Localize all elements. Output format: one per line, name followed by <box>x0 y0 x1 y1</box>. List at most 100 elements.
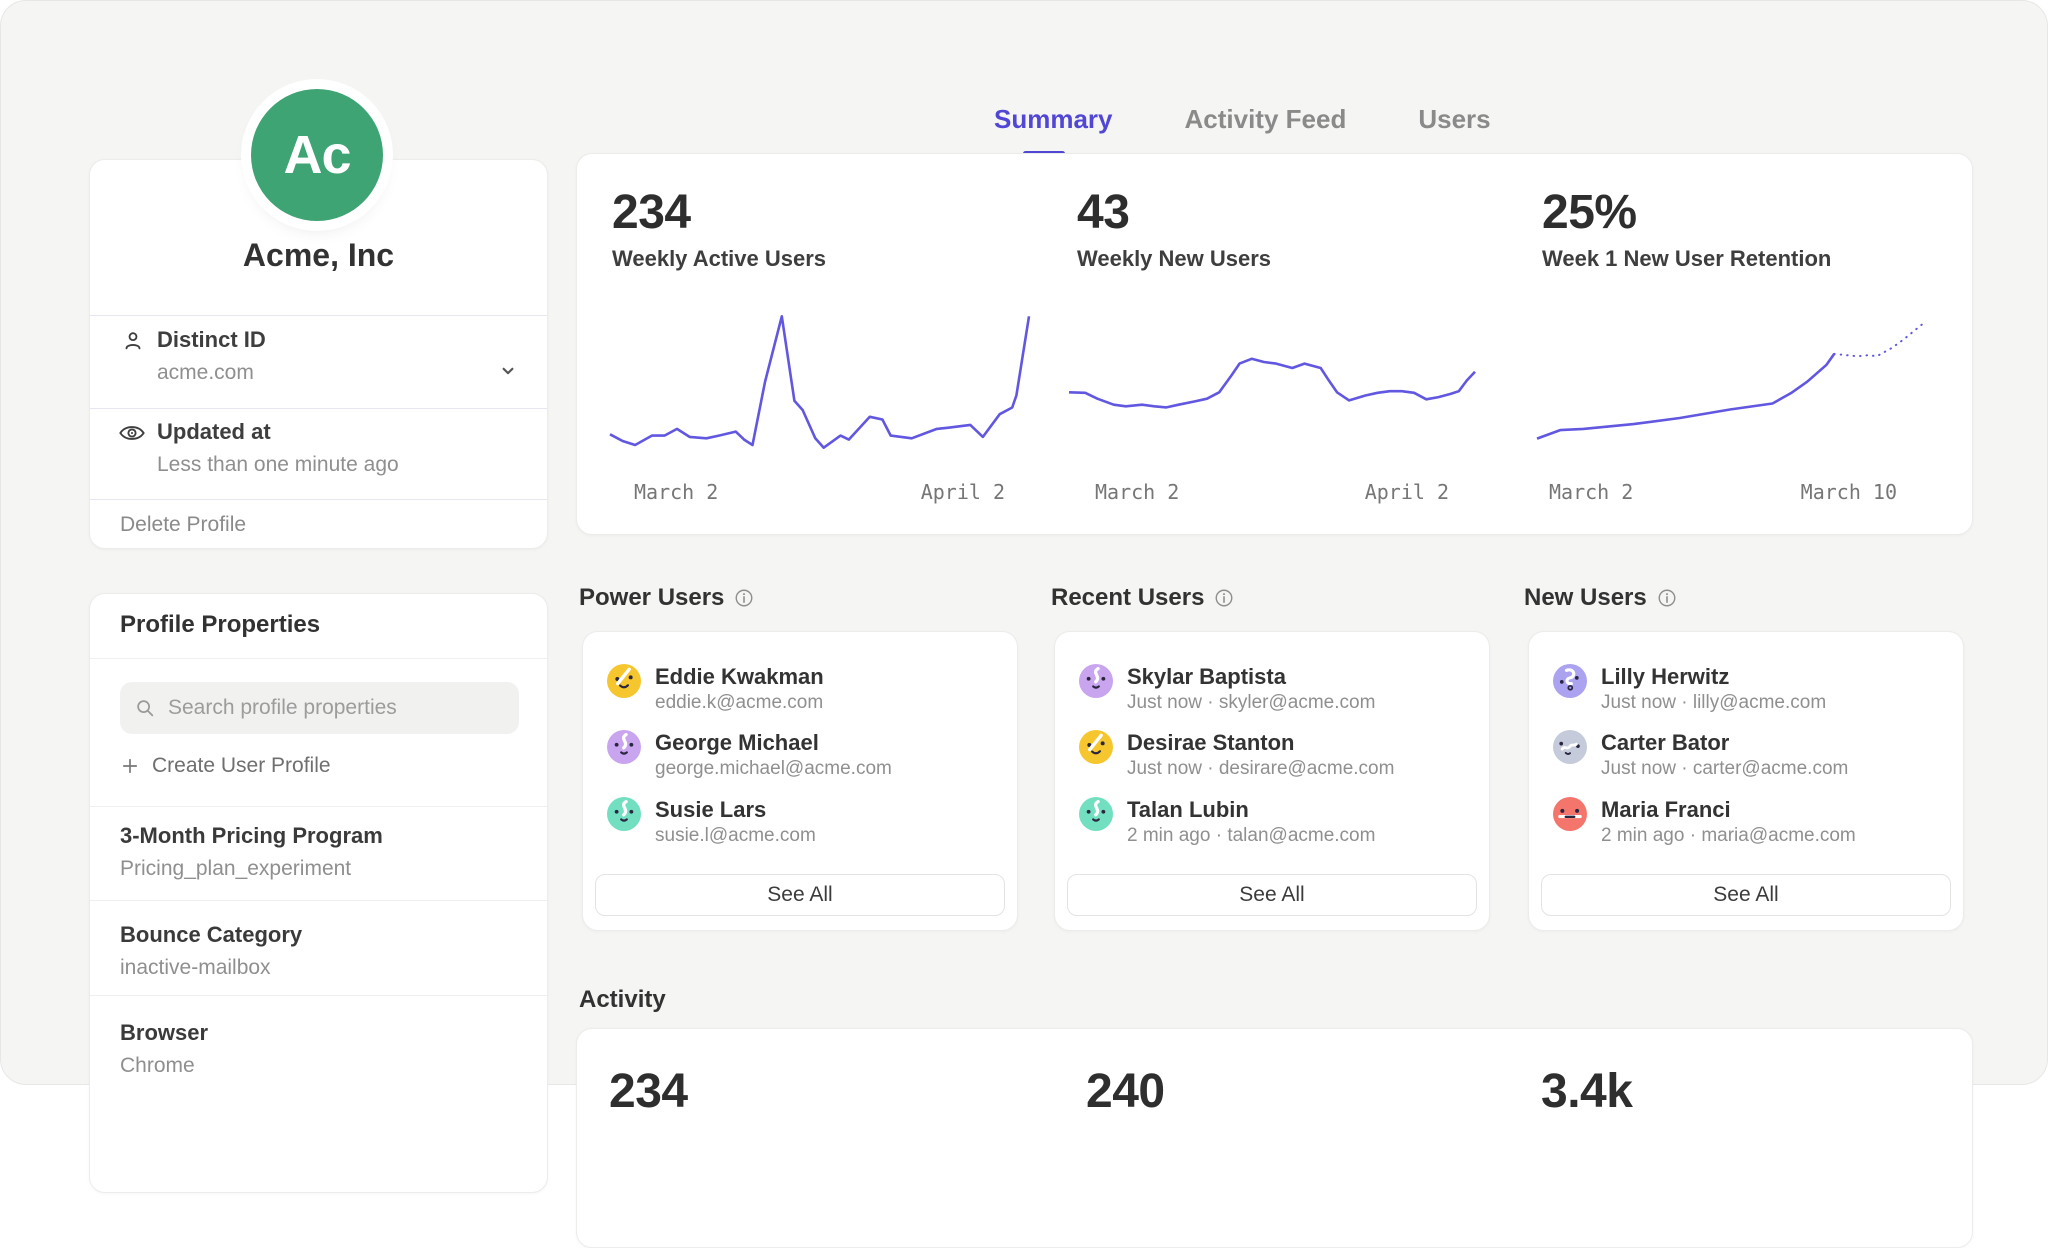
tab-summary[interactable]: Summary <box>994 104 1113 135</box>
create-user-profile-button[interactable]: Create User Profile <box>120 754 331 778</box>
x-tick: March 2 <box>1095 480 1179 504</box>
user-list-item[interactable]: Desirae Stanton Just now · desirare@acme… <box>1079 730 1465 781</box>
user-avatar <box>607 730 641 764</box>
user-name: Susie Lars <box>655 797 816 823</box>
profile-properties-card: Profile Properties Create User Profile 3… <box>89 593 548 1193</box>
chevron-down-icon[interactable] <box>495 358 521 384</box>
divider <box>90 315 547 316</box>
x-tick: April 2 <box>1365 480 1449 504</box>
company-profile-window: { "company": { "name": "Acme, Inc", "ava… <box>0 0 2048 1085</box>
property-name: Bounce Category <box>120 922 302 948</box>
section-title: Recent Users <box>1051 584 1204 612</box>
user-list-item[interactable]: Carter Bator Just now · carter@acme.com <box>1553 730 1939 781</box>
info-icon[interactable] <box>734 588 754 608</box>
user-detail: eddie.k@acme.com <box>655 690 824 715</box>
distinct-id-label: Distinct ID <box>157 327 266 353</box>
updated-at-value: Less than one minute ago <box>157 453 399 477</box>
stat-value: 234 <box>612 185 691 240</box>
property-value: inactive-mailbox <box>120 956 271 980</box>
user-list-item[interactable]: Lilly Herwitz Just now · lilly@acme.com <box>1553 664 1939 715</box>
info-icon[interactable] <box>1657 588 1677 608</box>
user-avatar <box>1079 797 1113 831</box>
user-detail: 2 min ago · maria@acme.com <box>1601 823 1856 848</box>
updated-at-label: Updated at <box>157 419 271 445</box>
stat-value: 43 <box>1077 185 1129 240</box>
property-value: Pricing_plan_experiment <box>120 857 351 881</box>
user-name: George Michael <box>655 730 892 756</box>
x-tick: March 2 <box>1549 480 1633 504</box>
see-all-button[interactable]: See All <box>1067 874 1477 916</box>
summary-stats-card: 234 Weekly Active Users 43 Weekly New Us… <box>576 153 1973 535</box>
user-detail: Just now · desirare@acme.com <box>1127 756 1394 781</box>
divider <box>90 499 547 500</box>
user-name: Talan Lubin <box>1127 797 1375 823</box>
user-detail: Just now · carter@acme.com <box>1601 756 1848 781</box>
x-tick: March 10 <box>1801 480 1897 504</box>
user-list-item[interactable]: Susie Lars susie.l@acme.com <box>607 797 993 848</box>
power-users-card: Eddie Kwakman eddie.k@acme.com George Mi… <box>582 631 1018 931</box>
company-avatar: Ac <box>251 89 383 221</box>
user-name: Maria Franci <box>1601 797 1856 823</box>
user-list-item[interactable]: Skylar Baptista Just now · skyler@acme.c… <box>1079 664 1465 715</box>
recent-users-header: Recent Users <box>1051 584 1234 612</box>
search-input[interactable] <box>168 696 505 720</box>
x-axis-labels: March 2 April 2 <box>610 480 1029 504</box>
company-name: Acme, Inc <box>90 237 547 274</box>
tab-activity-feed[interactable]: Activity Feed <box>1185 104 1347 135</box>
activity-stat: 240 <box>1086 1064 1165 1119</box>
stat-label: Weekly Active Users <box>612 246 826 272</box>
user-name: Lilly Herwitz <box>1601 664 1826 690</box>
user-list-item[interactable]: Eddie Kwakman eddie.k@acme.com <box>607 664 993 715</box>
activity-card: 234 240 3.4k <box>576 1028 1973 1248</box>
delete-profile-button[interactable]: Delete Profile <box>120 513 246 537</box>
activity-stat: 234 <box>609 1064 688 1119</box>
profile-properties-search[interactable] <box>120 682 519 734</box>
user-name: Eddie Kwakman <box>655 664 824 690</box>
section-title: New Users <box>1524 584 1647 612</box>
x-axis-labels: March 2 March 10 <box>1533 480 1913 504</box>
user-avatar <box>1079 664 1113 698</box>
user-list-item[interactable]: Maria Franci 2 min ago · maria@acme.com <box>1553 797 1939 848</box>
new-users-card: Lilly Herwitz Just now · lilly@acme.com … <box>1528 631 1964 931</box>
profile-properties-title: Profile Properties <box>120 611 320 639</box>
stat-label: Weekly New Users <box>1077 246 1271 272</box>
x-axis-labels: March 2 April 2 <box>1069 480 1475 504</box>
activity-stat: 3.4k <box>1541 1064 1632 1119</box>
property-name: Browser <box>120 1020 208 1046</box>
user-detail: Just now · skyler@acme.com <box>1127 690 1375 715</box>
activity-title: Activity <box>579 986 666 1014</box>
eye-icon <box>118 421 146 445</box>
divider <box>90 995 547 996</box>
x-tick: April 2 <box>921 480 1005 504</box>
weekly-active-users-chart <box>610 315 1029 449</box>
user-name: Carter Bator <box>1601 730 1848 756</box>
tab-users[interactable]: Users <box>1418 104 1490 135</box>
user-detail: Just now · lilly@acme.com <box>1601 690 1826 715</box>
user-detail: susie.l@acme.com <box>655 823 816 848</box>
search-icon <box>134 697 156 719</box>
user-avatar <box>607 664 641 698</box>
user-detail: 2 min ago · talan@acme.com <box>1127 823 1375 848</box>
user-detail: george.michael@acme.com <box>655 756 892 781</box>
see-all-button[interactable]: See All <box>595 874 1005 916</box>
section-title: Power Users <box>579 584 724 612</box>
weekly-new-users-chart <box>1069 355 1475 409</box>
person-icon <box>120 328 146 354</box>
divider <box>90 806 547 807</box>
divider <box>90 900 547 901</box>
user-name: Skylar Baptista <box>1127 664 1375 690</box>
user-avatar <box>1079 730 1113 764</box>
tab-bar: Summary Activity Feed Users <box>994 104 1491 135</box>
user-avatar <box>1553 730 1587 764</box>
plus-icon <box>120 756 140 776</box>
x-tick: March 2 <box>634 480 718 504</box>
distinct-id-value: acme.com <box>157 361 254 385</box>
user-list-item[interactable]: Talan Lubin 2 min ago · talan@acme.com <box>1079 797 1465 848</box>
property-name: 3-Month Pricing Program <box>120 823 383 849</box>
property-value: Chrome <box>120 1054 195 1078</box>
user-list-item[interactable]: George Michael george.michael@acme.com <box>607 730 993 781</box>
power-users-header: Power Users <box>579 584 754 612</box>
see-all-button[interactable]: See All <box>1541 874 1951 916</box>
new-users-header: New Users <box>1524 584 1677 612</box>
info-icon[interactable] <box>1214 588 1234 608</box>
